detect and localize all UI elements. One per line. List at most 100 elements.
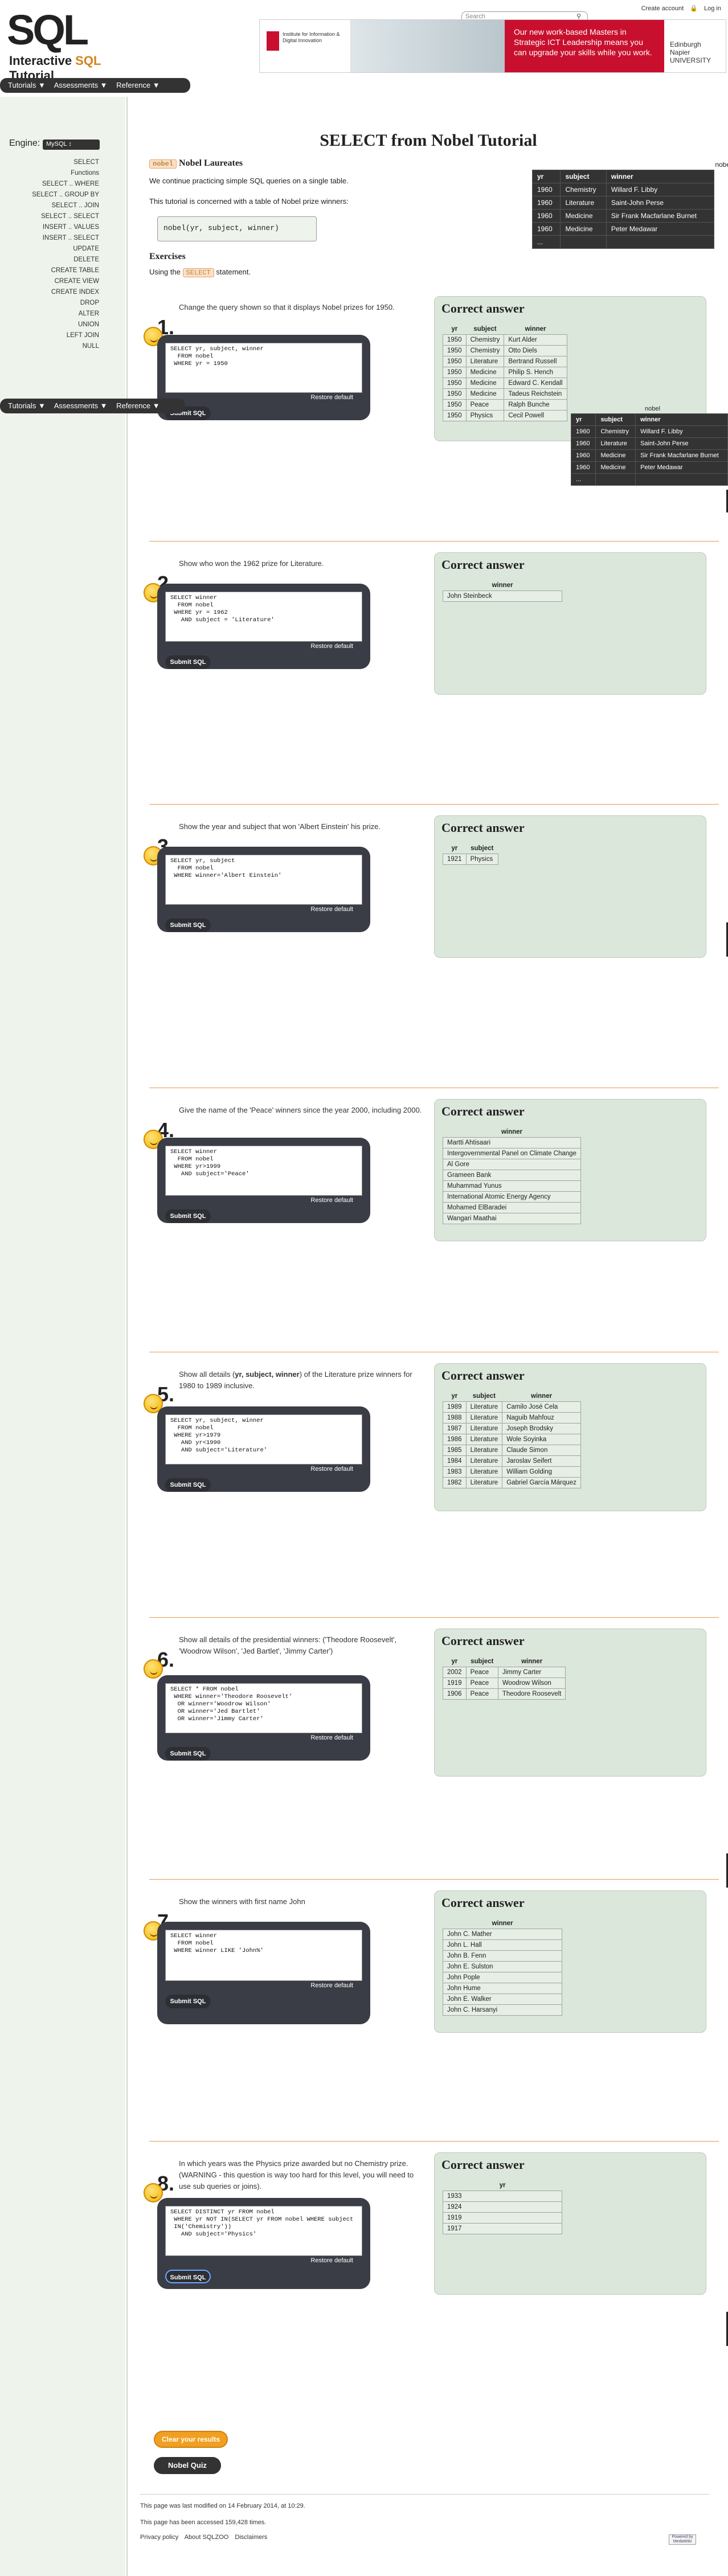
sidebar-link[interactable]: SELECT .. JOIN xyxy=(32,200,99,211)
sidebar-link[interactable]: Functions xyxy=(32,168,99,179)
table-cell: Jaroslav Seifert xyxy=(502,1455,581,1467)
institute-logo-icon xyxy=(267,31,279,51)
restore-default-link[interactable]: Restore default xyxy=(310,1466,353,1472)
table-row: 1950 Chemistry Otto Diels xyxy=(443,345,567,356)
restore-default-link[interactable]: Restore default xyxy=(310,1197,353,1204)
submit-sql-button[interactable]: Submit SQL xyxy=(165,1747,211,1761)
table-row: Mohamed ElBaradei xyxy=(443,1202,581,1213)
table-row: John Pople xyxy=(443,1972,562,1983)
sidebar-link[interactable]: SELECT .. GROUP BY xyxy=(32,190,99,200)
menu-tutorials[interactable]: Tutorials ▼ xyxy=(8,81,46,89)
sidebar-link[interactable]: INSERT .. VALUES xyxy=(32,222,99,233)
sidebar-link[interactable]: INSERT .. SELECT xyxy=(32,233,99,244)
submit-sql-button[interactable]: Submit SQL xyxy=(165,2270,211,2283)
submit-sql-button[interactable]: Submit SQL xyxy=(165,1209,211,1223)
table-cell: ... xyxy=(531,235,561,249)
sql-textarea[interactable]: SELECT * FROM nobel WHERE winner='Theodo… xyxy=(165,1683,362,1733)
table-cell: Physics xyxy=(465,854,498,865)
answer-header-row: yr subject winner xyxy=(443,1391,581,1402)
table-cell: 1984 xyxy=(443,1455,467,1467)
sidebar-link[interactable]: DROP xyxy=(32,298,99,309)
answer-table: winner John Steinbeck xyxy=(443,580,562,602)
nobel-quiz-button[interactable]: Nobel Quiz xyxy=(154,2457,221,2474)
table-cell: Peter Medawar xyxy=(635,461,728,474)
create-account-link[interactable]: Create account xyxy=(641,5,684,12)
answer-header-row: winner xyxy=(443,580,562,591)
sql-textarea[interactable]: SELECT winner FROM nobel WHERE winner LI… xyxy=(165,1930,362,1981)
sidebar-link[interactable]: SELECT xyxy=(32,157,99,168)
privacy-link[interactable]: Privacy policy xyxy=(140,2534,178,2541)
menu-reference[interactable]: Reference ▼ xyxy=(116,401,159,410)
sql-textarea[interactable]: SELECT yr, subject, winner FROM nobel WH… xyxy=(165,1414,362,1465)
table-row: International Atomic Energy Agency xyxy=(443,1191,581,1203)
top-menu-bar: Tutorials ▼ Assessments ▼ Reference ▼ xyxy=(0,78,190,93)
submit-sql-button[interactable]: Submit SQL xyxy=(165,918,211,932)
answer-table: winner Martti Ahtisaari Intergovernmental … xyxy=(443,1127,581,1224)
sidebar-link[interactable]: UPDATE xyxy=(32,244,99,255)
table-row: 1919 Peace Woodrow Wilson xyxy=(443,1677,566,1689)
table-cell: John E. Sulston xyxy=(443,1961,562,1972)
restore-default-link[interactable]: Restore default xyxy=(310,643,353,650)
sidebar-link[interactable]: CREATE TABLE xyxy=(32,265,99,276)
engine-select[interactable]: MySQL ↕ xyxy=(43,140,100,150)
correct-answer-heading: Correct answer xyxy=(441,557,525,572)
answer-table: yr subject winner 1989 Literature Camilo José… xyxy=(443,1391,581,1488)
menu-tutorials[interactable]: Tutorials ▼ xyxy=(8,401,46,410)
question-text: Show all details (yr, subject, winner) o… xyxy=(179,1369,424,1392)
table-cell: John C. Harsanyi xyxy=(443,2004,562,2016)
table-row: John E. Sulston xyxy=(443,1961,562,1972)
table-cell: Peace xyxy=(465,399,505,411)
sidebar-link[interactable]: NULL xyxy=(32,341,99,352)
table-cell: 1950 xyxy=(443,356,467,367)
table-row: 1988 Literature Naguib Mahfouz xyxy=(443,1412,581,1424)
clear-results-button[interactable]: Clear your results xyxy=(154,2431,228,2448)
sql-textarea[interactable]: SELECT DISTINCT yr FROM nobel WHERE yr N… xyxy=(165,2206,362,2256)
sidebar-link[interactable]: SELECT .. WHERE xyxy=(32,179,99,190)
table-cell: 1950 xyxy=(443,399,467,411)
sql-textarea[interactable]: SELECT yr, subject, winner FROM nobel WH… xyxy=(165,343,362,393)
table-cell: Physics xyxy=(465,410,505,421)
table-row: 1986 Literature Wole Soyinka xyxy=(443,1434,581,1445)
footer-links: Privacy policy About SQLZOO Disclaimers xyxy=(140,2534,272,2541)
sql-textarea[interactable]: SELECT winner FROM nobel WHERE yr>1999 A… xyxy=(165,1146,362,1196)
table-cell: Willard F. Libby xyxy=(635,425,728,438)
restore-default-link[interactable]: Restore default xyxy=(310,1734,353,1741)
sidebar-link[interactable]: ALTER xyxy=(32,309,99,319)
sidebar-link[interactable]: LEFT JOIN xyxy=(32,330,99,341)
sql-editor: SELECT winner FROM nobel WHERE yr = 1962… xyxy=(157,584,370,669)
submit-sql-button[interactable]: Submit SQL xyxy=(165,655,211,669)
table-row: Grameen Bank xyxy=(443,1170,581,1181)
table-row: 1924 xyxy=(443,2201,562,2213)
restore-default-link[interactable]: Restore default xyxy=(310,906,353,913)
table-cell xyxy=(560,235,607,249)
menu-reference[interactable]: Reference ▼ xyxy=(116,81,159,89)
sidebar-link[interactable]: CREATE VIEW xyxy=(32,276,99,287)
table-row: 1906 Peace Theodore Roosevelt xyxy=(443,1688,566,1700)
sidebar-link[interactable]: DELETE xyxy=(32,255,99,265)
about-link[interactable]: About SQLZOO xyxy=(185,2534,229,2541)
sidebar-link[interactable]: SELECT .. SELECT xyxy=(32,211,99,222)
sidebar-link[interactable]: CREATE INDEX xyxy=(32,287,99,298)
submit-sql-button[interactable]: Submit SQL xyxy=(165,1995,211,2008)
answer-header-row: yr subject winner xyxy=(443,324,567,335)
mediawiki-logo[interactable]: Powered by MediaWiki xyxy=(669,2534,696,2545)
table-cell: Grameen Bank xyxy=(443,1170,581,1181)
submit-sql-button[interactable]: Submit SQL xyxy=(165,1478,211,1492)
restore-default-link[interactable]: Restore default xyxy=(310,394,353,401)
table-row: Martti Ahtisaari xyxy=(443,1137,581,1148)
menu-assessments[interactable]: Assessments ▼ xyxy=(54,81,108,89)
ad-banner[interactable]: Institute for Information & Digital Inno… xyxy=(259,19,726,73)
restore-default-link[interactable]: Restore default xyxy=(310,1982,353,1989)
table-cell: 1960 xyxy=(570,449,596,462)
sql-textarea[interactable]: SELECT yr, subject FROM nobel WHERE winn… xyxy=(165,855,362,905)
sqlzoo-logo[interactable]: SQL Interactive SQL Tutorial xyxy=(7,6,132,83)
table-row: 1921 Physics xyxy=(443,854,498,865)
correct-answer-heading: Correct answer xyxy=(441,821,525,835)
log-in-link[interactable]: 🔒 Log in xyxy=(690,5,721,12)
table-row: 1960 Medicine Peter Medawar xyxy=(570,461,728,474)
sql-textarea[interactable]: SELECT winner FROM nobel WHERE yr = 1962… xyxy=(165,592,362,642)
disclaimers-link[interactable]: Disclaimers xyxy=(235,2534,267,2541)
menu-assessments[interactable]: Assessments ▼ xyxy=(54,401,108,410)
sidebar-link[interactable]: UNION xyxy=(32,319,99,330)
restore-default-link[interactable]: Restore default xyxy=(310,2257,353,2264)
